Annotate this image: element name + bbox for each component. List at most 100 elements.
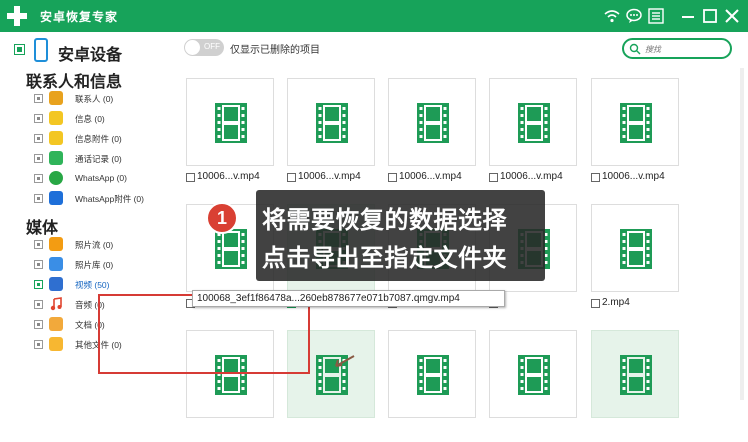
file-card[interactable]: 10006...v.mp4 — [388, 78, 478, 190]
sidebar-item-messages[interactable]: 信息 (0) — [34, 109, 174, 127]
deleted-only-label: 仅显示已删除的项目 — [230, 45, 320, 56]
search-icon — [629, 43, 641, 55]
sidebar-item-label: 视频 (50) — [75, 280, 110, 290]
item-checkbox[interactable] — [34, 280, 43, 289]
film-icon — [316, 103, 348, 143]
phone-call-icon — [49, 151, 63, 165]
film-icon — [620, 103, 652, 143]
photo-library-icon — [49, 257, 63, 271]
video-thumbnail[interactable] — [489, 330, 577, 418]
file-checkbox[interactable] — [591, 173, 600, 182]
step-badge: 1 — [206, 202, 238, 234]
video-thumbnail[interactable] — [591, 78, 679, 166]
sidebar-item-videos[interactable]: 视频 (50) — [34, 275, 174, 293]
item-checkbox[interactable] — [34, 260, 43, 269]
item-checkbox[interactable] — [34, 300, 43, 309]
sidebar-item-label: 联系人 (0) — [75, 94, 114, 104]
phone-icon — [34, 38, 48, 62]
file-card[interactable]: 10006...v.mp4 — [489, 78, 579, 190]
whatsapp-icon — [49, 171, 63, 185]
music-note-icon — [49, 297, 63, 311]
film-icon — [215, 229, 247, 269]
minimize-icon[interactable] — [680, 8, 696, 24]
search-input[interactable] — [645, 42, 725, 56]
search-box[interactable] — [622, 38, 732, 59]
file-name: 10006...v.mp4 — [298, 171, 361, 182]
file-card[interactable]: 10006...v.mp4 — [186, 78, 276, 190]
sidebar-item-label: 信息 (0) — [75, 114, 105, 124]
sidebar-item-photo-library[interactable]: 照片库 (0) — [34, 255, 174, 273]
app-logo-icon — [7, 6, 27, 26]
file-card[interactable]: 10006...v.mp4 — [287, 78, 377, 190]
file-checkbox[interactable] — [388, 173, 397, 182]
sidebar-item-whatsapp-attachments[interactable]: WhatsApp附件 (0) — [34, 189, 174, 207]
sidebar-item-whatsapp[interactable]: WhatsApp (0) — [34, 169, 174, 187]
scrollbar[interactable] — [740, 68, 744, 400]
photo-stream-icon — [49, 237, 63, 251]
item-checkbox[interactable] — [34, 240, 43, 249]
film-icon — [518, 355, 550, 395]
video-thumbnail[interactable] — [287, 78, 375, 166]
file-card[interactable] — [489, 330, 579, 442]
maximize-icon[interactable] — [702, 8, 718, 24]
close-icon[interactable] — [724, 8, 740, 24]
message-icon — [49, 111, 63, 125]
contacts-icon — [49, 91, 63, 105]
file-card[interactable]: 10006...v.mp4 — [591, 78, 681, 190]
item-checkbox[interactable] — [34, 114, 43, 123]
sidebar-item-label: 通话记录 (0) — [75, 154, 122, 164]
menu-icon[interactable] — [648, 8, 664, 24]
item-checkbox[interactable] — [34, 194, 43, 203]
folder-icon — [49, 337, 63, 351]
film-icon — [417, 103, 449, 143]
film-icon — [518, 103, 550, 143]
file-name: 10006...v.mp4 — [399, 171, 462, 182]
toggle-knob — [185, 40, 200, 55]
instruction-callout: 将需要恢复的数据选择 点击导出至指定文件夹 — [256, 190, 545, 281]
video-thumbnail[interactable] — [388, 78, 476, 166]
file-card[interactable] — [388, 330, 478, 442]
wifi-icon[interactable] — [604, 8, 620, 24]
film-icon — [215, 103, 247, 143]
title-bar: 安卓恢复专家 — [0, 0, 748, 32]
device-checkbox[interactable] — [14, 44, 25, 55]
sidebar-item-label: WhatsApp附件 (0) — [75, 194, 144, 204]
file-name: 10006...v.mp4 — [500, 171, 563, 182]
toggle-state: OFF — [204, 42, 220, 51]
video-thumbnail[interactable] — [186, 78, 274, 166]
filename-tooltip: 100068_3ef1f86478a...260eb878677e071b708… — [192, 290, 505, 307]
item-checkbox[interactable] — [34, 134, 43, 143]
item-checkbox[interactable] — [34, 154, 43, 163]
file-checkbox[interactable] — [591, 299, 600, 308]
sidebar-item-photo-stream[interactable]: 照片流 (0) — [34, 235, 174, 253]
video-thumbnail[interactable] — [591, 330, 679, 418]
film-icon — [417, 355, 449, 395]
attachment-icon — [49, 131, 63, 145]
sidebar-item-message-attachments[interactable]: 信息附件 (0) — [34, 129, 174, 147]
file-card[interactable] — [591, 330, 681, 442]
sidebar-item-label: WhatsApp (0) — [75, 173, 127, 183]
sidebar-item-label: 照片库 (0) — [75, 260, 114, 270]
file-card[interactable]: 2.mp4 — [591, 204, 681, 316]
file-name: 10006...v.mp4 — [197, 171, 260, 182]
device-label: 安卓设备 — [58, 47, 123, 64]
file-checkbox[interactable] — [489, 173, 498, 182]
video-icon — [49, 277, 63, 291]
instruction-line-1: 将需要恢复的数据选择 — [262, 207, 507, 234]
sidebar-item-contacts[interactable]: 联系人 (0) — [34, 89, 174, 107]
file-checkbox[interactable] — [287, 173, 296, 182]
sidebar-item-call-log[interactable]: 通话记录 (0) — [34, 149, 174, 167]
video-thumbnail[interactable] — [591, 204, 679, 292]
item-checkbox[interactable] — [34, 94, 43, 103]
file-checkbox[interactable] — [186, 173, 195, 182]
item-checkbox[interactable] — [34, 174, 43, 183]
video-thumbnail[interactable] — [388, 330, 476, 418]
item-checkbox[interactable] — [34, 340, 43, 349]
item-checkbox[interactable] — [34, 320, 43, 329]
deleted-only-toggle[interactable]: OFF — [184, 39, 224, 56]
video-thumbnail[interactable] — [489, 78, 577, 166]
app-title: 安卓恢复专家 — [40, 10, 119, 24]
mouse-cursor-icon — [335, 355, 355, 367]
sidebar-item-label: 照片流 (0) — [75, 240, 114, 250]
feedback-icon[interactable] — [626, 8, 642, 24]
